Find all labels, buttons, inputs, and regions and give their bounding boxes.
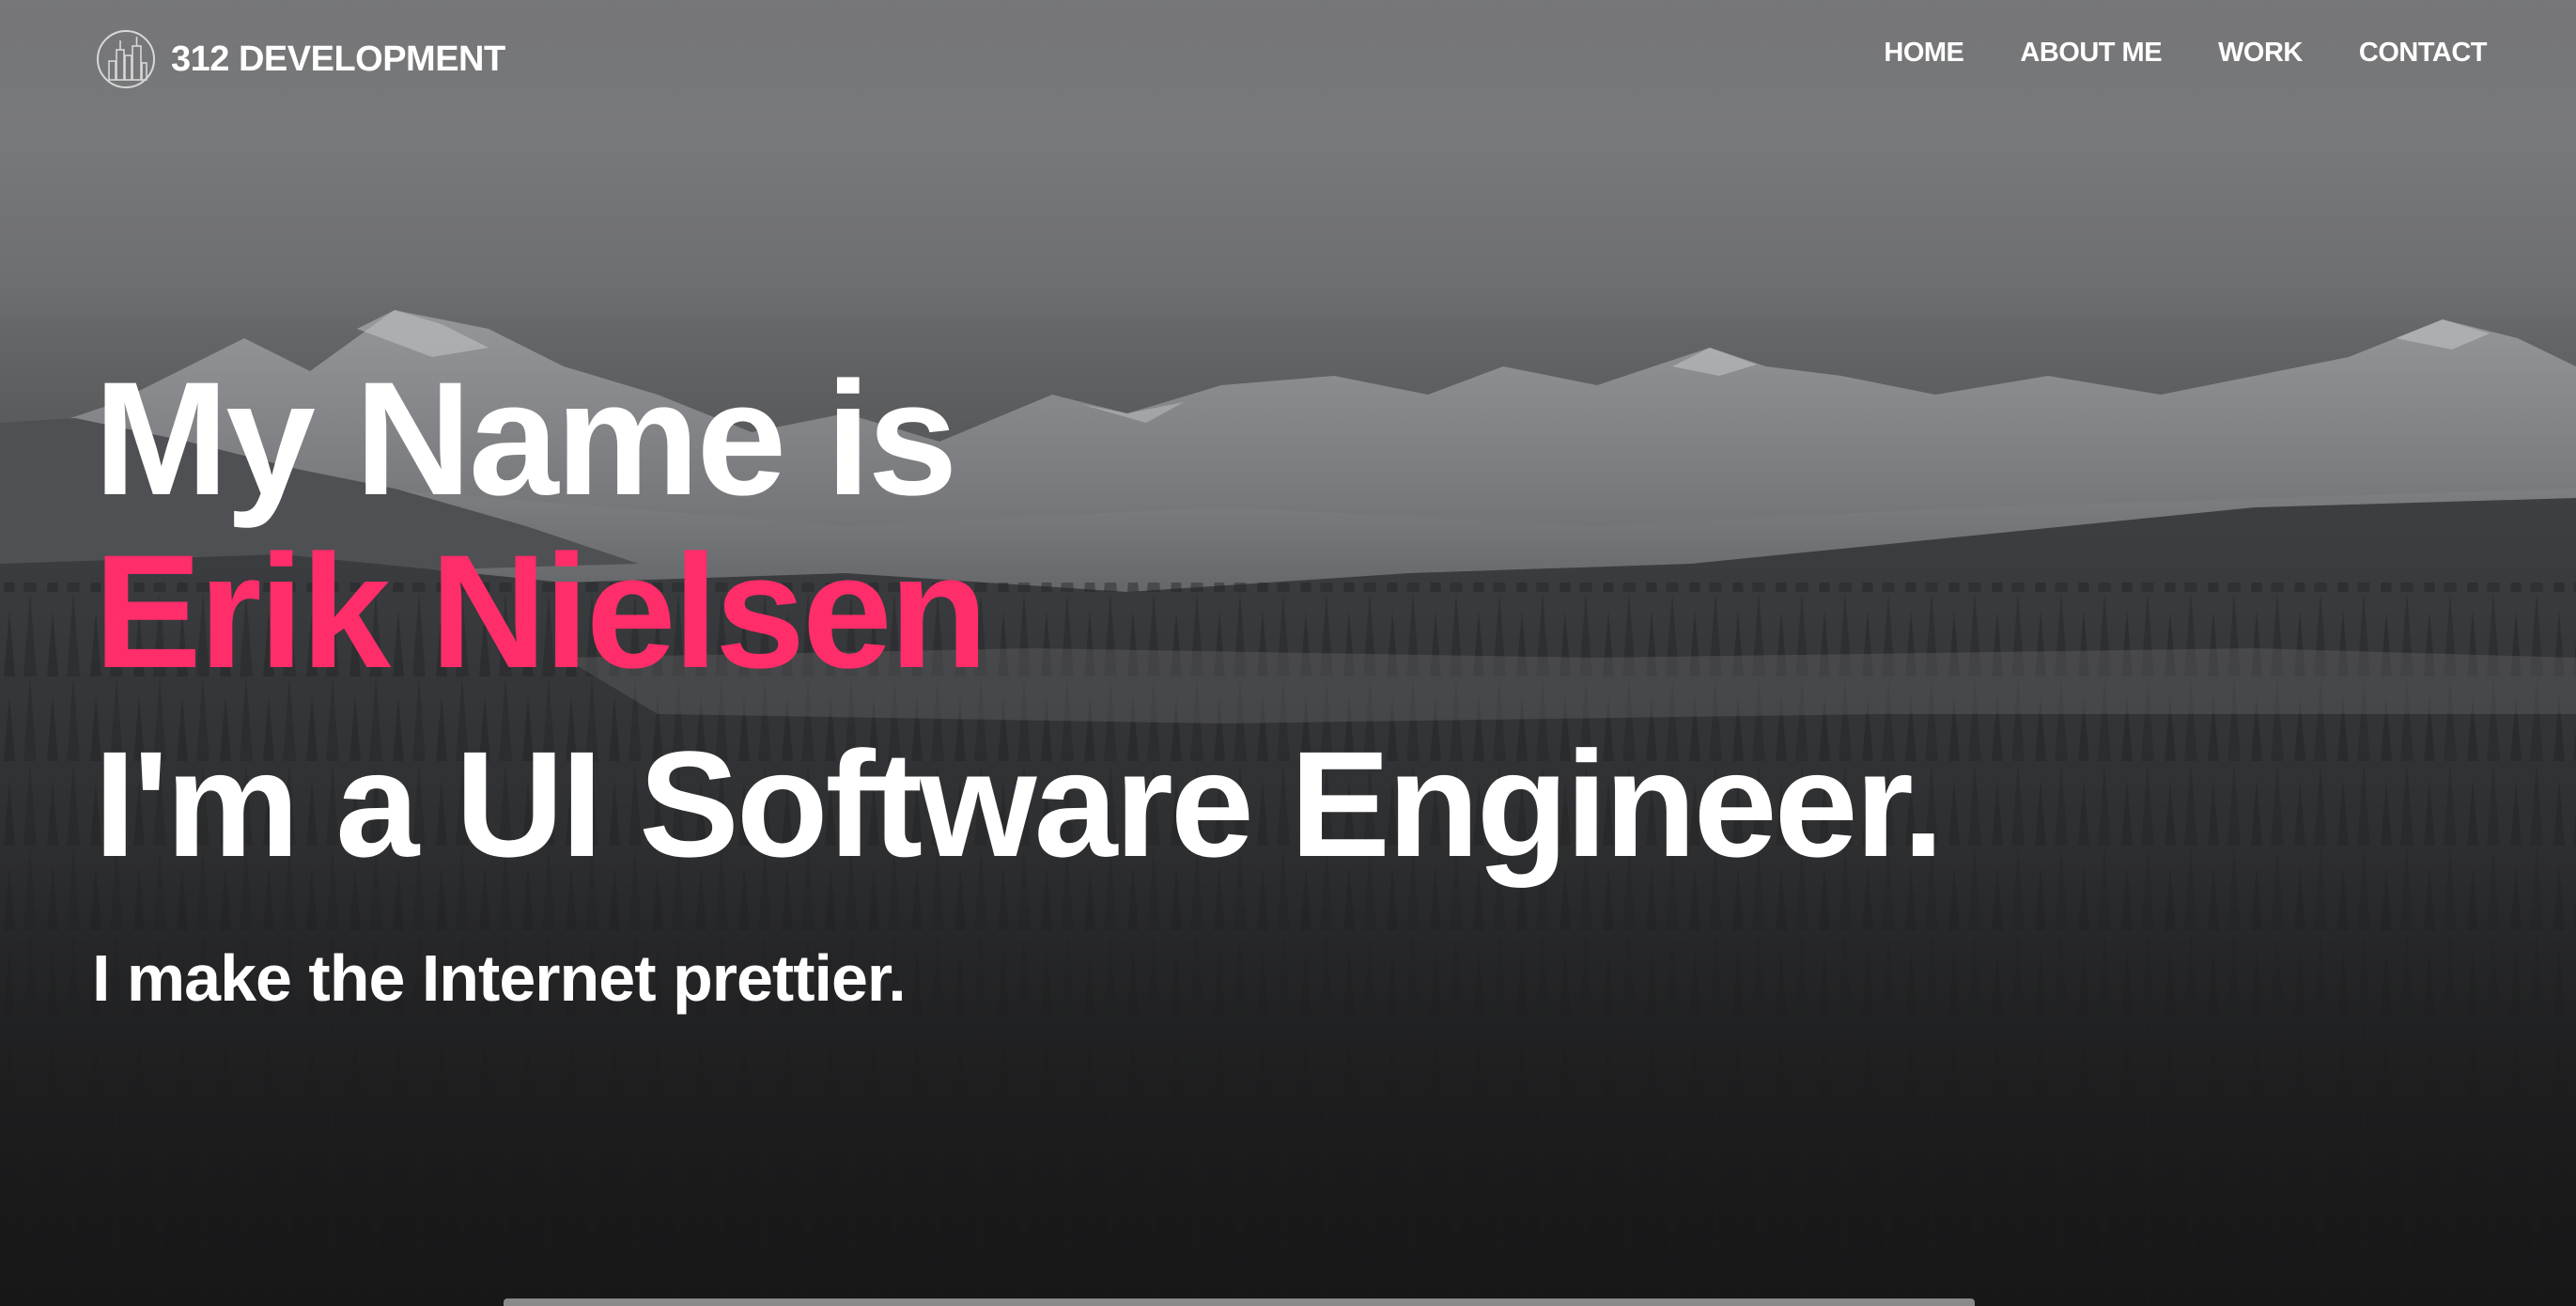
hero-intro-heading: My Name is (94, 349, 957, 529)
hero-tagline: I make the Internet prettier. (92, 941, 907, 1015)
hero-role-heading: I'm a UI Software Engineer. (94, 720, 1945, 888)
main-nav: HOME ABOUT ME WORK CONTACT (1884, 38, 2487, 69)
top-navbar: 312 DEVELOPMENT HOME ABOUT ME WORK CONTA… (0, 0, 2576, 118)
brand-name: 312 DEVELOPMENT (171, 39, 505, 79)
hero-name-heading: Erik Nielsen (94, 521, 988, 702)
horizontal-scrollbar[interactable] (504, 1298, 1975, 1306)
hero-text-block: My Name is Erik Nielsen I'm a UI Softwar… (92, 349, 2443, 1020)
nav-link-contact[interactable]: CONTACT (2359, 38, 2488, 69)
nav-link-work[interactable]: WORK (2218, 38, 2303, 69)
brand-home-link[interactable]: 312 DEVELOPMENT (96, 28, 505, 90)
nav-link-home[interactable]: HOME (1884, 38, 1964, 69)
nav-link-about-me[interactable]: ABOUT ME (2020, 38, 2162, 69)
hero-section: 312 DEVELOPMENT HOME ABOUT ME WORK CONTA… (0, 0, 2576, 1306)
skyline-circle-icon (97, 30, 155, 88)
